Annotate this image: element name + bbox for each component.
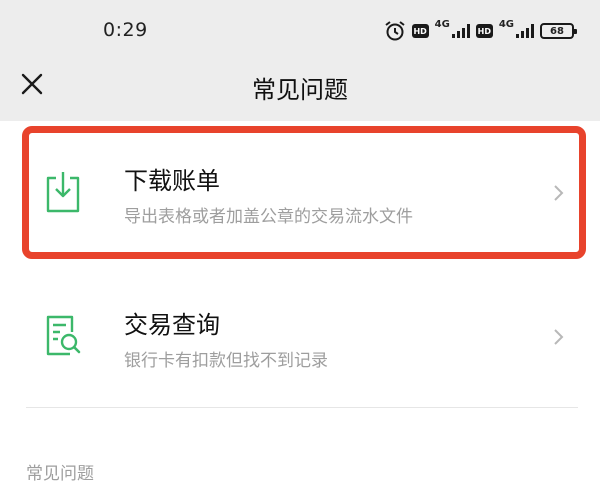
- network-label-1: 4G: [434, 18, 450, 30]
- top-bar: 0:29 HD 4G HD 4G 68 常见问题: [0, 0, 600, 121]
- list-item-download-bill[interactable]: 下载账单 导出表格或者加盖公章的交易流水文件: [0, 125, 600, 255]
- page-title: 常见问题: [252, 76, 348, 104]
- chevron-right-icon: [554, 329, 564, 345]
- signal-icon-2: [516, 24, 534, 38]
- search-document-icon: [46, 315, 81, 356]
- battery-indicator: 68: [540, 23, 577, 39]
- hd-badge-1: HD: [411, 24, 429, 38]
- status-icons: HD 4G HD 4G 68: [384, 18, 577, 44]
- network-label-2: 4G: [498, 18, 514, 30]
- item-subtitle: 导出表格或者加盖公章的交易流水文件: [124, 207, 413, 227]
- item-subtitle: 银行卡有扣款但找不到记录: [124, 351, 328, 371]
- download-icon: [46, 172, 80, 213]
- chevron-right-icon: [554, 185, 564, 201]
- status-time: 0:29: [103, 19, 148, 41]
- divider: [26, 407, 578, 408]
- section-header: 常见问题: [26, 464, 94, 484]
- item-title: 下载账单: [124, 167, 220, 195]
- hd-badge-2: HD: [475, 24, 493, 38]
- list-item-transaction-query[interactable]: 交易查询 银行卡有扣款但找不到记录: [0, 270, 600, 400]
- alarm-icon: [385, 21, 405, 41]
- signal-icon-1: [451, 24, 470, 38]
- item-title: 交易查询: [124, 311, 220, 339]
